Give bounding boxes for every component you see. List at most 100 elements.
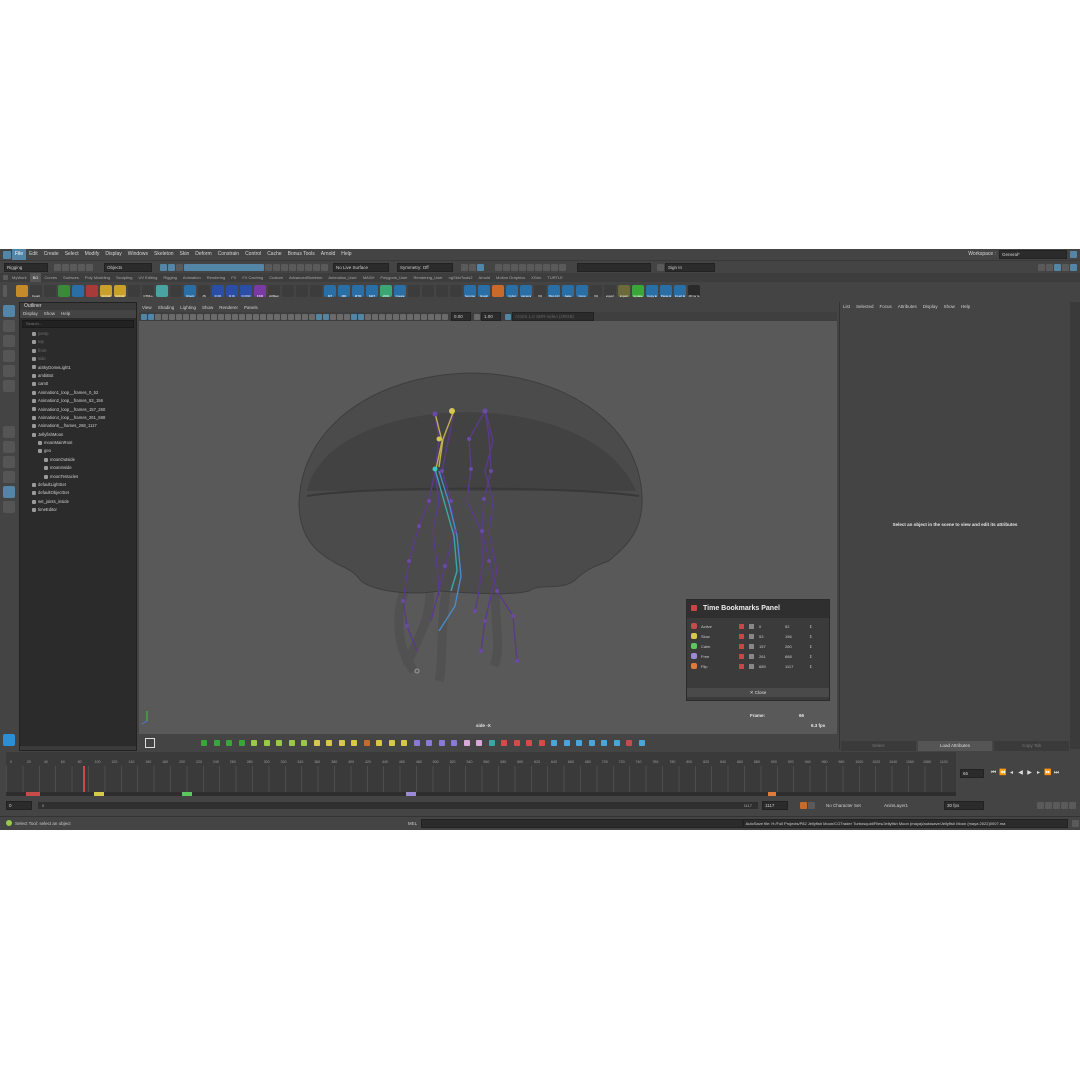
shelf-button-icon[interactable]	[282, 285, 294, 297]
outliner-menu-show[interactable]: Show	[41, 310, 58, 318]
attribute-menu-focus[interactable]: Focus	[877, 302, 895, 311]
bookmark-end-field[interactable]: 156	[785, 634, 809, 639]
menu-modify[interactable]: Modify	[82, 249, 103, 260]
anim-tool-icon[interactable]	[276, 739, 282, 746]
bookmark-color-swatch[interactable]	[691, 663, 697, 669]
bookmark-end-field[interactable]: 1117	[785, 664, 809, 669]
shelf-button-icon[interactable]	[128, 285, 140, 297]
outliner-item[interactable]: Animation1_loop__frames_0_52	[20, 389, 136, 397]
viewport-toolbar-icon[interactable]	[442, 313, 448, 320]
undo-icon[interactable]	[78, 263, 85, 271]
bookmark-start-field[interactable]: 689	[759, 664, 785, 669]
shelf-button-icon[interactable]: MR	[338, 285, 350, 298]
color-management-icon[interactable]	[505, 313, 511, 320]
menu-deform[interactable]: Deform	[192, 249, 214, 260]
outliner-item[interactable]: moonOutside	[20, 456, 136, 464]
shelf-tab-uv-editing[interactable]: UV Editing	[135, 273, 160, 282]
snap-surface-icon[interactable]	[305, 263, 312, 271]
bookmark-download-icon[interactable]	[749, 633, 754, 639]
anim-tool-icon[interactable]	[488, 739, 495, 746]
menu-edit[interactable]: Edit	[26, 249, 41, 260]
time-slider[interactable]: 0 20 40 60 80 100 120 140 160 180 200 220 240 260 280 3…	[6, 752, 956, 796]
viewport-toolbar-icon[interactable]	[330, 313, 336, 320]
shelf-tab-mywork[interactable]: MyWork	[9, 273, 30, 282]
outliner-item[interactable]: moonInside	[20, 464, 136, 472]
selection-mode-dropdown[interactable]: Objects	[104, 262, 152, 272]
shelf-button-icon[interactable]: Orient	[184, 285, 196, 298]
shelf-button-icon[interactable]	[156, 285, 168, 297]
select-tool-icon[interactable]	[3, 305, 15, 317]
viewport-toolbar-icon[interactable]	[365, 313, 371, 320]
shelf-tab-fx[interactable]: FX	[228, 273, 239, 282]
bookmark-start-field[interactable]: 261	[759, 654, 785, 659]
outliner-item[interactable]: aiSkyDomeLight1	[20, 364, 136, 372]
end-time-field[interactable]: 1117	[762, 800, 788, 810]
shelf-button-icon[interactable]: export	[604, 285, 616, 298]
bookmark-row[interactable]: Active 0 52 ⇕	[687, 621, 829, 631]
viewport-menu-shading[interactable]: Shading	[155, 304, 178, 312]
viewport-toolbar-icon[interactable]	[302, 313, 308, 320]
anim-tool-icon[interactable]	[538, 739, 545, 746]
bookmark-select-icon[interactable]	[739, 663, 744, 669]
menu-set-dropdown[interactable]: Rigging	[4, 262, 48, 272]
shelf-tab-mash[interactable]: MASH	[360, 273, 378, 282]
outliner-item[interactable]: Animation5__frames_268_1117	[20, 422, 136, 430]
bookmark-icon[interactable]	[800, 801, 807, 809]
fps-dropdown[interactable]: 30 fps	[944, 800, 984, 810]
selection-mask-group[interactable]	[184, 263, 264, 271]
four-view-layout-icon[interactable]	[3, 441, 15, 453]
shelf-button-icon[interactable]: FKR	[254, 285, 266, 298]
shelf-button-icon[interactable]	[310, 285, 322, 297]
shelf-button-icon[interactable]: D FK	[212, 285, 224, 298]
menu-skeleton[interactable]: Skeleton	[151, 249, 176, 260]
open-scene-icon[interactable]	[62, 263, 69, 271]
bookmark-select-icon[interactable]	[739, 623, 744, 629]
playblast-icon[interactable]	[543, 263, 550, 271]
bookmark-color-swatch[interactable]	[691, 643, 697, 649]
arnold-render-icon[interactable]	[535, 263, 542, 271]
stop-icon[interactable]	[559, 263, 566, 271]
viewport-toolbar-icon[interactable]	[407, 313, 413, 320]
shelf-tab-animation[interactable]: Animation	[180, 273, 204, 282]
step-forward-key-icon[interactable]: ⏩	[1044, 770, 1051, 777]
select-component-icon[interactable]	[176, 263, 183, 271]
outliner-item[interactable]: set_joints_inside	[20, 498, 136, 506]
shelf-button-icon[interactable]	[408, 285, 420, 297]
exposure-field[interactable]: 0.00	[451, 312, 471, 321]
bookmark-start-field[interactable]: 0	[759, 624, 785, 629]
menu-select[interactable]: Select	[62, 249, 82, 260]
viewport-toolbar-icon[interactable]	[372, 313, 378, 320]
single-perspective-layout-icon[interactable]	[3, 426, 15, 438]
shelf-button-icon[interactable]: Plot-Ctrl	[548, 285, 560, 298]
menu-constrain[interactable]: Constrain	[215, 249, 242, 260]
shelf-button-icon[interactable]: import	[618, 285, 630, 298]
bookmark-color-swatch[interactable]	[691, 623, 697, 629]
viewport-toolbar-icon[interactable]	[239, 313, 245, 320]
viewport-toolbar-icon[interactable]	[281, 313, 287, 320]
viewport-toolbar-icon[interactable]	[414, 313, 420, 320]
shelf-button-icon[interactable]: Mirror E	[688, 285, 700, 298]
anim-tool-icon[interactable]	[613, 739, 620, 746]
viewport-toolbar-icon[interactable]	[428, 313, 434, 320]
shelf-tab-animation-user[interactable]: Animation_User	[325, 273, 359, 282]
sign-in-dropdown[interactable]: Sign In	[665, 262, 715, 272]
menu-control[interactable]: Control	[242, 249, 264, 260]
move-tool-icon[interactable]	[3, 350, 15, 362]
shelf-button-icon[interactable]: Cons	[576, 285, 588, 298]
bookmark-calm-marker[interactable]	[182, 792, 192, 796]
bookmark-end-field[interactable]: 52	[785, 624, 809, 629]
viewport-toolbar-icon[interactable]	[316, 313, 322, 320]
viewport-toolbar-icon[interactable]	[204, 313, 210, 320]
attribute-menu-list[interactable]: List	[840, 302, 853, 311]
shelf-tab-rendering[interactable]: Rendering	[204, 273, 228, 282]
shelf-button-icon[interactable]: Invert E	[674, 285, 686, 298]
anim-layer-dropdown[interactable]: AnimLayer1	[882, 801, 936, 809]
loop-icon[interactable]	[1037, 801, 1044, 809]
shelf-button-icon[interactable]	[170, 285, 182, 297]
shelf-tab-turtle[interactable]: TURTLE	[544, 273, 565, 282]
rotate-tool-icon[interactable]	[3, 365, 15, 377]
shelf-button-icon[interactable]: CylLit	[506, 285, 518, 298]
go-to-start-icon[interactable]: ⏮	[990, 770, 997, 777]
shelf-tab-poly-modeling[interactable]: Poly Modeling	[82, 273, 113, 282]
script-editor-icon[interactable]	[1072, 819, 1079, 827]
